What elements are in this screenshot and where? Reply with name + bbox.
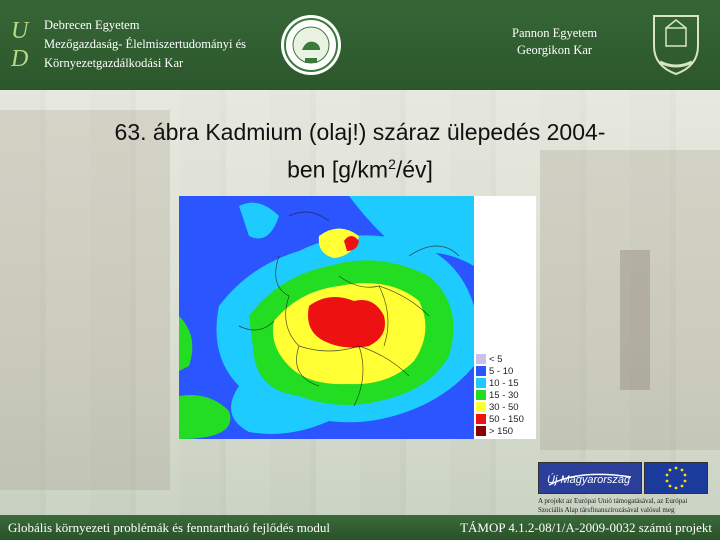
georgikon-shield-icon	[653, 15, 699, 76]
legend-swatch	[476, 366, 486, 376]
legend-item: < 5	[476, 353, 503, 365]
eu-notice-line: Szociális Alap társfinanszírozásával val…	[538, 506, 675, 514]
legend-label: > 150	[489, 425, 514, 437]
header-left-line: Debrecen Egyetem	[44, 18, 140, 32]
ud-logo-icon: U D	[10, 18, 30, 70]
svg-text:U: U	[11, 18, 30, 44]
legend-label: 50 - 150	[489, 413, 524, 425]
debrecen-university-name: Debrecen Egyetem Mezőgazdaság- Élelmisze…	[44, 16, 246, 73]
legend-label: 5 - 10	[489, 365, 514, 377]
legend-swatch	[476, 378, 486, 388]
legend-item: 5 - 10	[476, 365, 514, 377]
legend-label: 15 - 30	[489, 389, 519, 401]
slide-title-line1: 63. ábra Kadmium (olaj!) száraz ülepedés…	[114, 119, 606, 145]
legend-swatch	[476, 354, 486, 364]
slide-title: 63. ábra Kadmium (olaj!) száraz ülepedés…	[40, 116, 680, 186]
title-line2-suffix: /év]	[395, 156, 433, 183]
slide-title-line2: ben [g/km2/év]	[40, 148, 680, 186]
legend-label: < 5	[489, 353, 503, 365]
legend-swatch	[476, 426, 486, 436]
uj-magyarorszag-logo-icon: Új Magyarország	[538, 462, 642, 494]
legend-item: 15 - 30	[476, 389, 519, 401]
header-right-line: Pannon Egyetem	[512, 26, 598, 40]
footer-bar: Globális környezeti problémák és fenntar…	[0, 515, 720, 540]
footer-module-name: Globális környezeti problémák és fenntar…	[8, 520, 331, 535]
title-line2-prefix: ben [g/km	[287, 156, 389, 183]
legend-label: 30 - 50	[489, 401, 519, 413]
legend-label: 10 - 15	[489, 377, 519, 389]
title-superscript: 2	[388, 156, 396, 172]
legend-swatch	[476, 402, 486, 412]
header-bar: U D Debrecen Egyetem Mezőgazdaság- Élelm…	[0, 0, 720, 90]
eu-funding-notice: A projekt az Európai Unió támogatásával,…	[538, 497, 714, 515]
legend-item: 10 - 15	[476, 377, 519, 389]
pannon-university-name: Pannon Egyetem Georgikon Kar	[512, 25, 597, 59]
legend-swatch	[476, 414, 486, 424]
legend-item: 30 - 50	[476, 401, 519, 413]
footer-project-id: TÁMOP 4.1.2-08/1/A-2009-0032 számú proje…	[460, 520, 712, 535]
svg-text:D: D	[10, 46, 28, 70]
faculty-seal-icon	[281, 15, 341, 75]
legend-item: 50 - 150	[476, 413, 524, 425]
legend-swatch	[476, 390, 486, 400]
uj-magyarorszag-text: Új Magyarország	[547, 473, 631, 486]
cadmium-deposition-map	[179, 196, 474, 439]
header-left-line: Mezőgazdaság- Élelmiszertudományi és	[44, 37, 247, 51]
eu-notice-line: A projekt az Európai Unió támogatásával,…	[538, 497, 688, 505]
map-legend: < 5 5 - 10 10 - 15 15 - 30 30 - 50 50 - …	[474, 196, 536, 439]
header-left-line: Környezetgazdálkodási Kar	[44, 56, 184, 70]
legend-item: > 150	[476, 425, 514, 437]
eu-flag-icon	[644, 462, 708, 494]
header-right-line: Georgikon Kar	[516, 43, 593, 57]
